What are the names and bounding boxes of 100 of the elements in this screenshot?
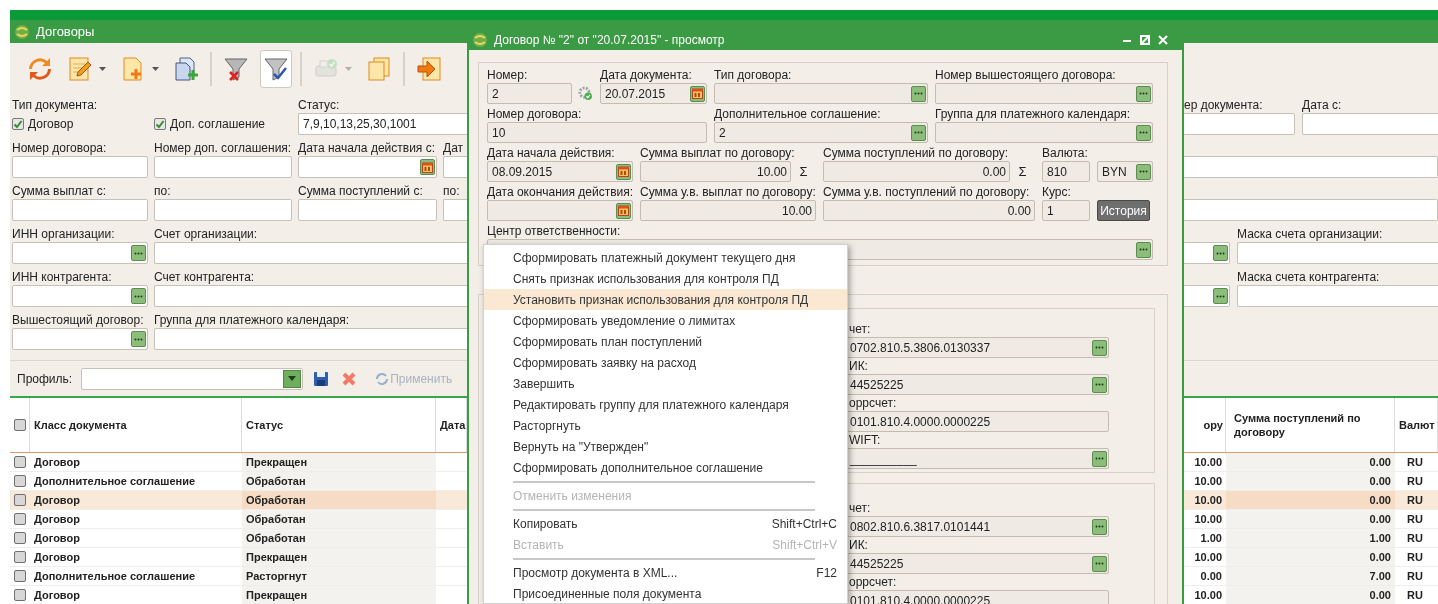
menu-item[interactable]: Сформировать уведомление о лимитах	[484, 310, 847, 331]
input-field[interactable]	[1237, 285, 1438, 307]
input-field[interactable]	[12, 285, 148, 307]
input-field[interactable]	[714, 83, 928, 104]
input-field[interactable]	[154, 156, 292, 178]
sum-button[interactable]: Σ	[1010, 161, 1035, 182]
filter-apply-button[interactable]	[260, 50, 292, 88]
input-field[interactable]	[154, 199, 292, 221]
input-field[interactable]	[1302, 113, 1438, 135]
input-field[interactable]	[12, 328, 148, 350]
refresh-icon[interactable]	[27, 56, 53, 82]
input-field[interactable]	[1184, 156, 1438, 178]
checkbox[interactable]	[14, 589, 26, 601]
ellipsis-button[interactable]	[1092, 518, 1107, 535]
checkbox[interactable]	[14, 475, 26, 487]
input-field[interactable]	[154, 242, 467, 264]
caret-icon[interactable]	[288, 376, 297, 381]
ellipsis-icon[interactable]	[134, 294, 143, 298]
input-field[interactable]	[443, 199, 467, 221]
column-header[interactable]: Сумма поступлений по договору	[1234, 411, 1394, 439]
input-field[interactable]: 0.00	[823, 161, 1010, 182]
ellipsis-icon[interactable]	[1095, 457, 1104, 460]
ellipsis-icon[interactable]	[914, 92, 923, 95]
input-field[interactable]: 20.07.2015	[600, 83, 707, 104]
input-field[interactable]	[298, 199, 437, 221]
ellipsis-icon[interactable]	[1095, 346, 1104, 349]
ellipsis-icon[interactable]	[1095, 525, 1104, 528]
input-field[interactable]: 10.00	[640, 200, 816, 221]
table-row[interactable]: Договор Обработан	[10, 491, 467, 510]
documents-plus-icon[interactable]	[173, 56, 199, 82]
input-field[interactable]	[154, 285, 467, 307]
checkbox[interactable]	[12, 118, 24, 130]
dropdown-button[interactable]	[283, 369, 302, 388]
table-row[interactable]: 10.00 0.00 RU	[1184, 548, 1438, 567]
input-field[interactable]	[935, 122, 1153, 143]
menu-item[interactable]: Установить признак использования для контроля ПД	[484, 289, 847, 310]
menu-item[interactable]: Присоединенные поля документа	[484, 583, 847, 603]
funnel-check-icon[interactable]	[263, 56, 289, 82]
table-row[interactable]: 1.00 1.00 RU	[1184, 529, 1438, 548]
input-field[interactable]	[12, 199, 148, 221]
funnel-cross-icon[interactable]	[223, 56, 249, 82]
ellipsis-icon[interactable]	[1216, 294, 1225, 298]
column-header[interactable]: Статус	[246, 418, 284, 432]
sum-button[interactable]: Σ	[791, 161, 816, 182]
table-row[interactable]: Договор Обработан	[10, 529, 467, 548]
close-icon[interactable]	[1158, 35, 1168, 45]
caret-icon[interactable]	[152, 67, 159, 71]
input-field[interactable]: 0.00	[823, 200, 1035, 221]
menu-item[interactable]: Сформировать платежный документ текущего дня	[484, 247, 847, 268]
ellipsis-icon[interactable]	[134, 337, 143, 341]
input-field[interactable]: 10.00	[640, 161, 791, 182]
checkbox[interactable]	[14, 532, 26, 544]
input-field[interactable]	[1184, 199, 1438, 221]
save-icon[interactable]	[313, 370, 330, 387]
table-row[interactable]: Договор Прекращен	[10, 453, 467, 472]
history-button[interactable]: История	[1097, 200, 1150, 221]
checkbox[interactable]	[14, 494, 26, 506]
table-row[interactable]: 10.00 0.00 RU	[1184, 491, 1438, 510]
ellipsis-button[interactable]	[1092, 376, 1107, 393]
delete-icon[interactable]	[341, 370, 358, 387]
column-header[interactable]: Дата	[440, 418, 466, 432]
ellipsis-button[interactable]	[1092, 450, 1107, 467]
table-row[interactable]: Договор Прекращен	[10, 548, 467, 567]
column-header[interactable]: ору	[1203, 418, 1223, 432]
ellipsis-icon[interactable]	[914, 131, 923, 134]
ellipsis-icon[interactable]	[1216, 251, 1225, 255]
ellipsis-button[interactable]	[911, 85, 926, 102]
ellipsis-button[interactable]	[1136, 241, 1151, 258]
input-field[interactable]: 10	[487, 122, 707, 143]
table-row[interactable]: Дополнительное соглашение Обработан	[10, 472, 467, 491]
input-field[interactable]	[487, 200, 633, 221]
input-field[interactable]: 08.09.2015	[487, 161, 633, 182]
column-header[interactable]: Класс документа	[34, 418, 127, 432]
exit-arrow-icon[interactable]	[416, 56, 442, 82]
checkbox[interactable]	[154, 118, 166, 130]
input-field[interactable]	[1184, 242, 1230, 264]
input-field[interactable]	[12, 156, 148, 178]
input-field[interactable]	[1184, 113, 1295, 135]
caret-icon[interactable]	[99, 67, 106, 71]
checkbox[interactable]	[13, 419, 26, 431]
restore-icon[interactable]	[1140, 35, 1150, 45]
table-row[interactable]: Дополнительное соглашение Расторгнут	[10, 567, 467, 586]
ellipsis-icon[interactable]	[1139, 92, 1148, 95]
ellipsis-icon[interactable]	[1139, 248, 1148, 251]
table-row[interactable]: Договор Обработан	[10, 510, 467, 529]
ellipsis-button[interactable]	[1136, 163, 1151, 180]
input-field[interactable]	[298, 156, 437, 178]
ellipsis-icon[interactable]	[1095, 383, 1104, 386]
table-row[interactable]: 10.00 0.00 RU	[1184, 510, 1438, 529]
ellipsis-button[interactable]	[1092, 555, 1107, 572]
ellipsis-icon[interactable]	[1095, 562, 1104, 565]
input-field[interactable]	[935, 83, 1153, 104]
checkbox[interactable]	[14, 570, 26, 582]
checkbox[interactable]	[14, 456, 26, 468]
input-field[interactable]: 810	[1042, 161, 1090, 182]
checkbox[interactable]	[14, 513, 26, 525]
pencil-document-icon[interactable]	[67, 56, 93, 82]
ellipsis-icon[interactable]	[1139, 131, 1148, 134]
ellipsis-button[interactable]	[1136, 85, 1151, 102]
ellipsis-icon[interactable]	[1139, 170, 1148, 173]
